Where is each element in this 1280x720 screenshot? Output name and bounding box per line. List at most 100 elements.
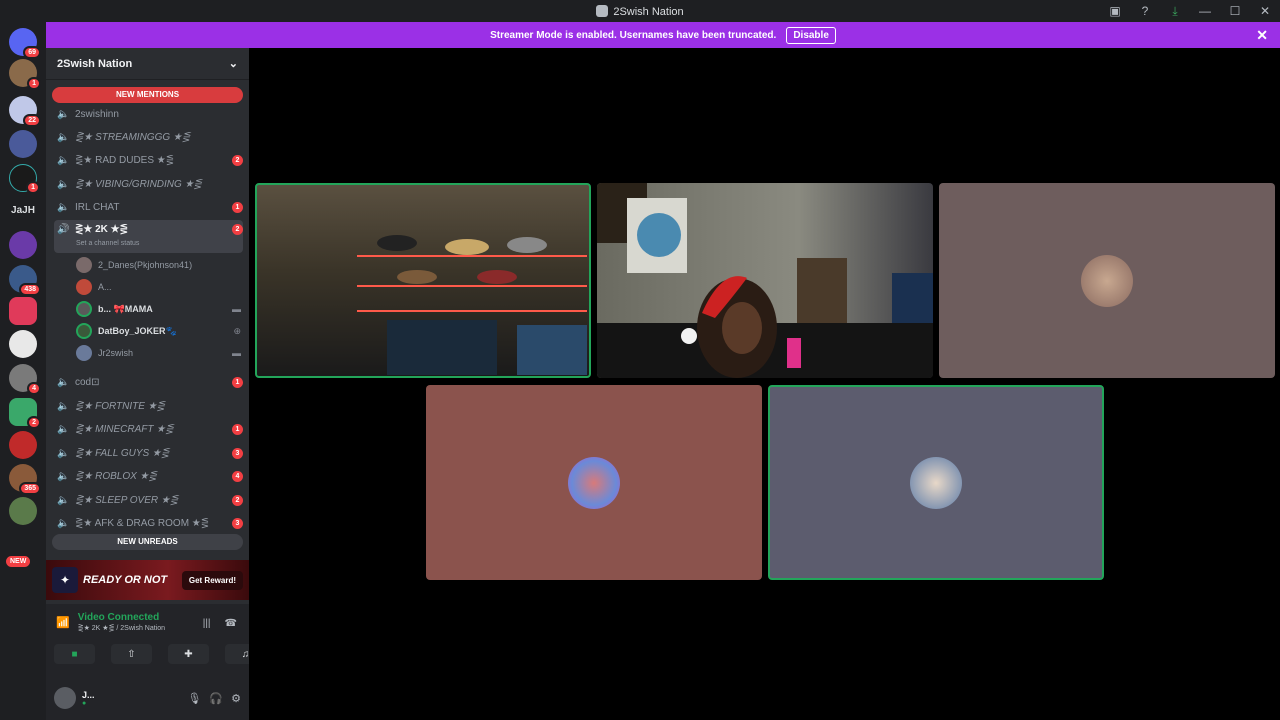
promo-banner[interactable]: ✦ READY OR NOT Get Reward! bbox=[46, 560, 249, 600]
microphone-icon[interactable]: 🎙 bbox=[187, 692, 201, 705]
speaker-icon: 🔊 bbox=[57, 224, 70, 235]
voice-member[interactable]: b... 🎀MAMA ▬ bbox=[76, 299, 241, 319]
banner-text: Streamer Mode is enabled. Usernames have… bbox=[490, 29, 777, 41]
server-icon[interactable] bbox=[9, 497, 37, 525]
new-indicator[interactable]: NEW bbox=[6, 556, 31, 567]
server-icon[interactable] bbox=[9, 130, 37, 158]
speaker-icon: 🔈 bbox=[57, 447, 70, 459]
user-status: ● bbox=[82, 699, 87, 707]
new-unreads-pill[interactable]: NEW UNREADS bbox=[52, 534, 243, 550]
server-icon[interactable]: 365 bbox=[9, 464, 41, 495]
voice-channel[interactable]: 🔈 ⋛★ FORTNITE ★⋚ bbox=[54, 395, 243, 417]
speaker-icon: 🔈 bbox=[57, 201, 70, 213]
app-icon bbox=[596, 5, 609, 17]
title-bar: 2Swish Nation ▣ ? ⤓ — ☐ ✕ bbox=[0, 0, 1280, 22]
avatar bbox=[76, 301, 92, 317]
minimize-button[interactable]: — bbox=[1190, 0, 1220, 22]
video-feed bbox=[357, 235, 587, 375]
new-mentions-pill[interactable]: NEW MENTIONS bbox=[52, 87, 243, 103]
voice-member[interactable]: DatBoy_JOKER🐾 ⊕ bbox=[76, 321, 241, 341]
server-icon[interactable] bbox=[9, 297, 37, 325]
user-name[interactable]: J... bbox=[82, 690, 95, 700]
active-voice-channel[interactable]: 🔊 ⋛★ 2K ★⋚ 2 Set a channel status bbox=[54, 220, 243, 253]
video-tile[interactable] bbox=[255, 183, 591, 378]
server-icon[interactable]: 4 bbox=[9, 364, 41, 395]
disconnect-icon[interactable]: ☎ bbox=[225, 618, 237, 629]
window-title: 2Swish Nation bbox=[0, 5, 1280, 18]
voice-channel[interactable]: 🔈 IRL CHAT 1 bbox=[54, 196, 243, 218]
screen-share-button[interactable]: ⇧ bbox=[111, 644, 152, 664]
server-list: 69 1 22 1 JaJH 438 4 2 365 NEW bbox=[0, 22, 46, 720]
server-icon[interactable]: 1 bbox=[9, 59, 41, 90]
avatar bbox=[1081, 254, 1133, 307]
camera-button[interactable]: ■ bbox=[54, 644, 95, 664]
activities-button[interactable]: ✚ bbox=[168, 644, 209, 664]
server-text-icon[interactable]: JaJH bbox=[4, 205, 42, 216]
avatar bbox=[76, 279, 92, 295]
voice-channel[interactable]: 🔈 ⋛★ STREAMINGGG ★⋚ bbox=[54, 126, 243, 148]
server-icon[interactable]: 2 bbox=[9, 398, 41, 429]
voice-member[interactable]: 2_Danes(Pkjohnson41) bbox=[76, 255, 241, 275]
download-icon[interactable]: ⤓ bbox=[1160, 0, 1190, 22]
channel-sidebar: 2Swish Nation ⌄ NEW MENTIONS 🔈 2swishinn … bbox=[46, 48, 266, 720]
server-header[interactable]: 2Swish Nation ⌄ bbox=[46, 48, 249, 80]
headphones-icon[interactable]: 🎧 bbox=[209, 692, 223, 705]
help-icon[interactable]: ? bbox=[1130, 0, 1160, 22]
speaker-icon: 🔈 bbox=[57, 178, 70, 190]
direct-messages-icon[interactable]: 69 bbox=[9, 28, 41, 59]
voice-channel[interactable]: 🔈 2swishinn bbox=[54, 103, 243, 125]
server-icon[interactable] bbox=[9, 431, 37, 459]
controller-icon: ⊕ bbox=[233, 325, 241, 336]
voice-member[interactable]: Jr2swish ▬ bbox=[76, 343, 241, 363]
signal-icon: 📶 bbox=[56, 616, 70, 629]
voice-channel[interactable]: 🔈 ⋛★ FALL GUYS ★⋚ 3 bbox=[54, 442, 243, 464]
voice-channel[interactable]: 🔈 ⋛★ MINECRAFT ★⋚ 1 bbox=[54, 418, 243, 440]
speaker-icon: 🔈 bbox=[57, 470, 70, 482]
speaker-icon: 🔈 bbox=[57, 423, 70, 435]
video-tile[interactable] bbox=[939, 183, 1275, 378]
promo-title: READY OR NOT bbox=[83, 574, 168, 586]
voice-channel[interactable]: 🔈 ⋛★ ROBLOX ★⋚ 4 bbox=[54, 465, 243, 487]
maximize-button[interactable]: ☐ bbox=[1220, 0, 1250, 22]
video-grid bbox=[249, 48, 1280, 720]
video-tile[interactable] bbox=[597, 183, 933, 378]
voice-status[interactable]: Video Connected bbox=[78, 612, 165, 623]
disable-button[interactable]: Disable bbox=[786, 26, 836, 44]
server-icon[interactable]: 438 bbox=[9, 265, 41, 296]
streamer-mode-banner: Streamer Mode is enabled. Usernames have… bbox=[46, 22, 1280, 48]
voice-member[interactable]: A... bbox=[76, 277, 241, 297]
voice-connection-panel: 📶 Video Connected ⋛★ 2K ★⋚ / 2Swish Nati… bbox=[46, 604, 266, 676]
voice-channel[interactable]: 🔈 ⋛★ SLEEP OVER ★⋚ 2 bbox=[54, 489, 243, 511]
voice-channel[interactable]: 🔈 ⋛★ AFK & DRAG ROOM ★⋚ 3 bbox=[54, 512, 243, 534]
speaker-icon: 🔈 bbox=[57, 517, 70, 529]
speaker-icon: 🔈 bbox=[57, 494, 70, 506]
avatar[interactable] bbox=[54, 687, 76, 709]
server-icon[interactable]: 22 bbox=[9, 96, 41, 127]
avatar bbox=[568, 456, 620, 509]
speaker-icon: 🔈 bbox=[57, 400, 70, 412]
server-icon[interactable] bbox=[9, 330, 37, 358]
get-reward-button[interactable]: Get Reward! bbox=[181, 570, 243, 590]
chevron-down-icon: ⌄ bbox=[228, 58, 238, 70]
noise-suppression-icon[interactable]: ||| bbox=[203, 618, 211, 629]
voice-location[interactable]: ⋛★ 2K ★⋚ / 2Swish Nation bbox=[78, 624, 165, 632]
settings-gear-icon[interactable]: ⚙ bbox=[231, 692, 241, 705]
avatar bbox=[76, 257, 92, 273]
server-icon[interactable]: 1 bbox=[9, 164, 40, 194]
video-tile[interactable] bbox=[768, 385, 1104, 580]
speaker-icon: 🔈 bbox=[57, 154, 70, 166]
camera-icon: ▬ bbox=[232, 304, 241, 314]
video-tile[interactable] bbox=[426, 385, 762, 580]
voice-channel[interactable]: 🔈 ⋛★ RAD DUDES ★⋚ 2 bbox=[54, 149, 243, 171]
game-logo-icon: ✦ bbox=[52, 567, 78, 593]
video-feed bbox=[597, 183, 933, 378]
inbox-icon[interactable]: ▣ bbox=[1100, 0, 1130, 22]
voice-channel[interactable]: 🔈 cod⊡ 1 bbox=[54, 371, 243, 393]
server-icon[interactable] bbox=[9, 231, 37, 259]
voice-channel[interactable]: 🔈 ⋛★ VIBING/GRINDING ★⋚ bbox=[54, 173, 243, 195]
speaker-icon: 🔈 bbox=[57, 108, 70, 120]
banner-close-icon[interactable]: ✕ bbox=[1256, 27, 1268, 44]
avatar bbox=[76, 323, 92, 339]
channel-status[interactable]: Set a channel status bbox=[76, 240, 139, 247]
close-button[interactable]: ✕ bbox=[1250, 0, 1280, 22]
